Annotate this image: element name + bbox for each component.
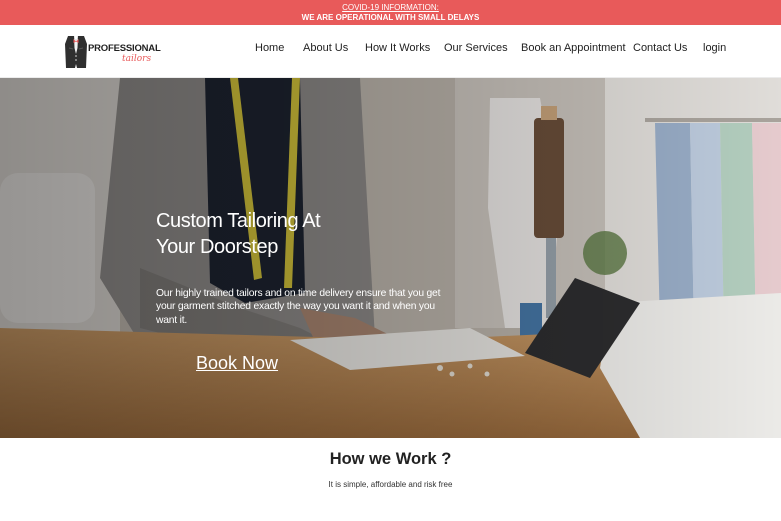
nav-how-it-works[interactable]: How It Works	[365, 42, 430, 54]
nav-home[interactable]: Home	[255, 42, 284, 54]
book-now-button[interactable]: Book Now	[196, 353, 278, 374]
nav-services[interactable]: Our Services	[444, 42, 508, 54]
brand-name: PROFESSIONAL	[88, 43, 161, 54]
covid-message: WE ARE OPERATIONAL WITH SMALL DELAYS	[301, 13, 480, 22]
covid-info-link[interactable]: COVID-19 INFORMATION:	[0, 3, 781, 13]
how-we-work-heading: How we Work ?	[329, 450, 452, 468]
hero-heading-line2: Your Doorstep	[156, 236, 278, 258]
nav-about[interactable]: About Us	[303, 42, 348, 54]
covid-banner: COVID-19 INFORMATION: WE ARE OPERATIONAL…	[0, 0, 781, 25]
hero-description: Our highly trained tailors and on time d…	[156, 288, 441, 326]
nav-login[interactable]: login	[703, 42, 726, 54]
brand-logo[interactable]: PROFESSIONAL tailors	[64, 34, 161, 70]
hero-heading: Custom Tailoring At Your Doorstep	[156, 208, 396, 260]
brand-tagline: tailors	[122, 54, 152, 64]
how-we-work-subtitle: It is simple, affordable and risk free	[328, 480, 453, 489]
nav-book-appointment[interactable]: Book an Appointment	[521, 42, 626, 54]
hero-section: Custom Tailoring At Your Doorstep Our hi…	[0, 78, 781, 438]
vest-icon	[65, 36, 87, 68]
hero-heading-line1: Custom Tailoring At	[156, 210, 321, 232]
nav-contact[interactable]: Contact Us	[633, 42, 687, 54]
main-navbar: PROFESSIONAL tailors Home About Us How I…	[0, 25, 781, 78]
